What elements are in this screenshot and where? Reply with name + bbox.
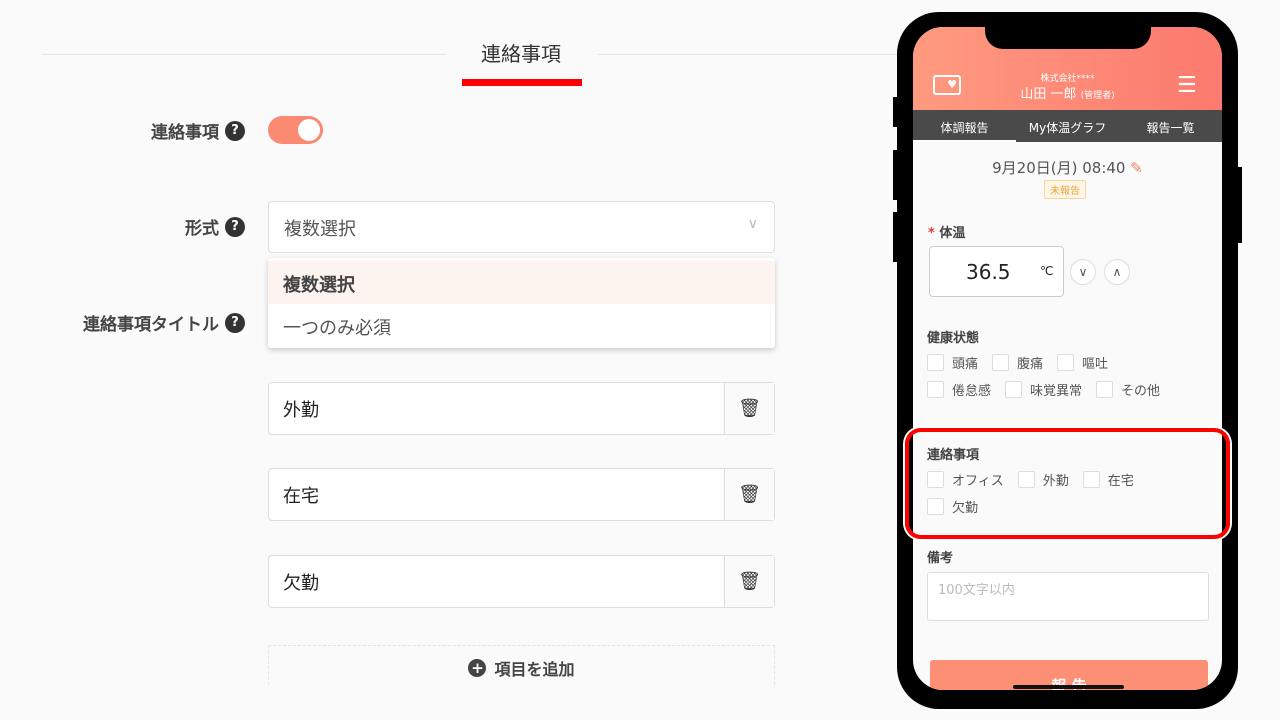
trash-icon[interactable]: 🗑: [724, 383, 774, 434]
tab-bar: 体調報告 My体温グラフ 報告一覧: [913, 110, 1222, 142]
note-label: 備考: [927, 551, 954, 566]
health-label: 健康状態: [927, 331, 980, 346]
option-multiple[interactable]: 複数選択: [268, 261, 775, 304]
user-name: 山田 一郎 (管理者): [913, 83, 1222, 102]
plus-icon: +: [468, 658, 487, 677]
temp-value: 36.5: [966, 260, 1011, 284]
hamburger-menu-icon[interactable]: ☰: [1177, 73, 1197, 98]
title-label: 連絡事項タイトル?: [40, 310, 245, 335]
phone-notch: [985, 26, 1151, 49]
tab-health-report[interactable]: 体調報告: [913, 110, 1016, 142]
edit-pencil-icon[interactable]: ✎: [1130, 159, 1143, 177]
section-title: 連絡事項: [481, 42, 561, 66]
divider: [42, 54, 446, 55]
toggle-label: 連絡事項?: [60, 118, 245, 143]
checkbox-label: 倦怠感: [952, 384, 992, 399]
checkbox-box: [1005, 381, 1023, 398]
checkbox-box: [927, 381, 944, 398]
user-name-text: 山田 一郎: [1020, 87, 1077, 102]
add-label: 項目を追加: [494, 659, 575, 679]
item-input[interactable]: 外勤: [269, 383, 724, 434]
tab-report-list[interactable]: 報告一覧: [1119, 110, 1222, 142]
toggle-knob: [298, 119, 320, 141]
decrease-temp-button[interactable]: ∨: [1070, 259, 1096, 285]
checkbox-stomachache[interactable]: 腹痛: [992, 353, 1043, 372]
note-textarea[interactable]: 100文字以内: [927, 572, 1209, 621]
section-title-underline: [462, 79, 582, 86]
add-item-button[interactable]: + 項目を追加: [268, 645, 775, 685]
help-icon[interactable]: ?: [225, 120, 245, 141]
checkbox-box: [992, 354, 1010, 371]
contact-toggle[interactable]: [268, 116, 323, 144]
status-badge: 未報告: [1044, 180, 1086, 199]
item-input[interactable]: 欠勤: [269, 556, 724, 607]
checkbox-label: その他: [1121, 384, 1161, 399]
chevron-down-icon: ∨: [747, 216, 758, 232]
help-icon[interactable]: ?: [225, 216, 245, 237]
item-row: 在宅 🗑: [268, 468, 775, 521]
temp-unit: ℃: [1040, 264, 1054, 278]
checkbox-label: 味覚異常: [1030, 384, 1083, 399]
checkbox-label: 頭痛: [952, 357, 979, 372]
checkbox-nausea[interactable]: 嘔吐: [1057, 353, 1108, 372]
checkbox-taste[interactable]: 味覚異常: [1005, 380, 1082, 399]
checkbox-other[interactable]: その他: [1096, 380, 1160, 399]
option-single-required[interactable]: 一つのみ必須: [268, 304, 775, 347]
trash-icon[interactable]: 🗑: [724, 469, 774, 520]
divider: [598, 54, 898, 55]
report-date: 9月20日(月) 08:40 ✎: [913, 157, 1222, 178]
required-mark: *: [928, 226, 935, 241]
checkbox-label: 腹痛: [1017, 357, 1044, 372]
checkbox-label: 嘔吐: [1082, 357, 1109, 372]
format-select[interactable]: 複数選択 ∨: [268, 201, 775, 253]
trash-icon[interactable]: 🗑: [724, 556, 774, 607]
user-role: (管理者): [1080, 91, 1115, 101]
tab-temperature-graph[interactable]: My体温グラフ: [1016, 110, 1119, 142]
temperature-input[interactable]: 36.5 ℃: [929, 246, 1064, 297]
checkbox-box: [1096, 381, 1114, 398]
increase-temp-button[interactable]: ∧: [1104, 259, 1130, 285]
home-indicator: [1013, 685, 1124, 689]
checkbox-fatigue[interactable]: 倦怠感: [927, 380, 991, 399]
item-input[interactable]: 在宅: [269, 469, 724, 520]
checkbox-headache[interactable]: 頭痛: [927, 353, 978, 372]
phone-screen: ♥ 株式会社**** 山田 一郎 (管理者) ☰ 体調報告 My体温グラフ 報告…: [913, 27, 1222, 690]
date-text: 9月20日(月) 08:40: [992, 159, 1126, 177]
label-text: 連絡事項タイトル: [83, 315, 219, 335]
select-value: 複数選択: [284, 219, 356, 240]
label-text: 連絡事項: [151, 123, 219, 143]
format-label: 形式?: [60, 214, 245, 239]
highlight-box: [905, 428, 1230, 539]
item-row: 外勤 🗑: [268, 382, 775, 435]
temp-label: 体温: [939, 226, 966, 241]
item-row: 欠勤 🗑: [268, 555, 775, 608]
help-icon[interactable]: ?: [225, 312, 245, 333]
format-dropdown: 複数選択 一つのみ必須: [268, 258, 775, 348]
checkbox-box: [927, 354, 944, 371]
checkbox-box: [1057, 354, 1075, 371]
label-text: 形式: [185, 219, 219, 239]
